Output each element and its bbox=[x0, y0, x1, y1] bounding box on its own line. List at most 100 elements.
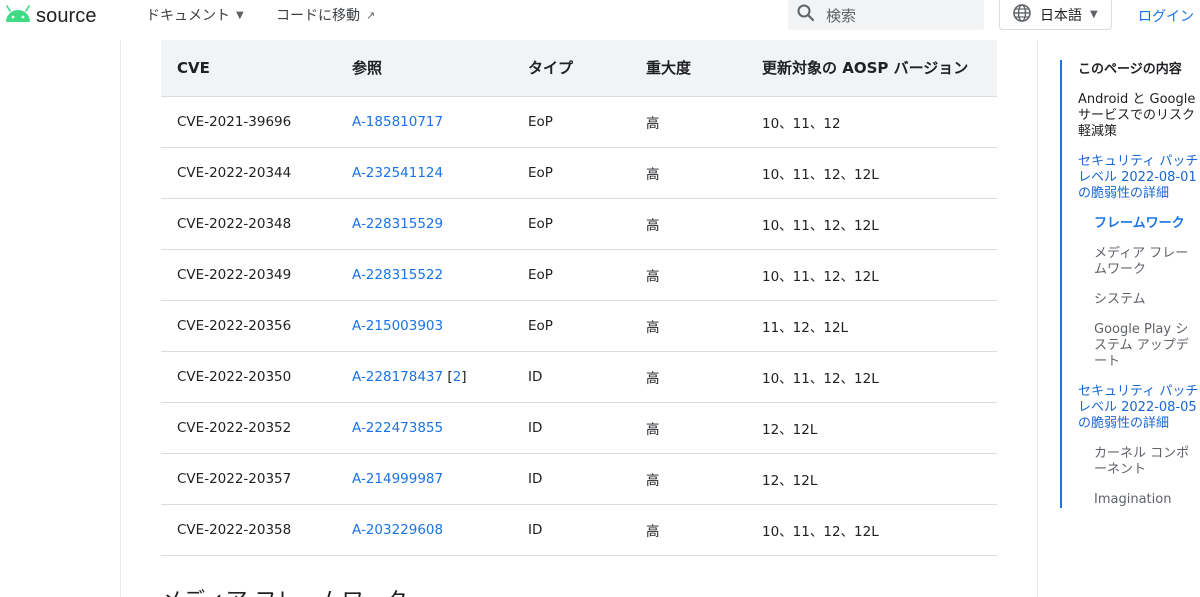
globe-icon bbox=[1012, 3, 1032, 27]
header-severity: 重大度 bbox=[630, 40, 746, 97]
vulnerability-type: EoP bbox=[512, 249, 630, 301]
reference-link[interactable]: A-185810717 bbox=[352, 114, 443, 130]
reference-link[interactable]: A-228315522 bbox=[352, 267, 443, 283]
vulnerability-type: ID bbox=[512, 504, 630, 556]
severity: 高 bbox=[630, 453, 746, 505]
nav-code-label: コードに移動 bbox=[276, 8, 360, 24]
nav-documents[interactable]: ドキュメント ▼ bbox=[146, 5, 244, 25]
reference-cell: A-222473855 bbox=[336, 402, 512, 454]
table-row: CVE-2022-20350 A-228178437 [2] ID 高 10、11、12… bbox=[161, 351, 997, 403]
reference-link[interactable]: A-228178437 bbox=[352, 369, 443, 385]
header-cve: CVE bbox=[161, 40, 336, 97]
aosp-versions: 10、11、12、12L bbox=[746, 504, 997, 556]
search-box[interactable]: 検索 bbox=[788, 0, 984, 30]
cve-id: CVE-2021-39696 bbox=[161, 96, 336, 148]
vulnerability-type: EoP bbox=[512, 147, 630, 199]
vulnerability-type: ID bbox=[512, 351, 630, 403]
severity: 高 bbox=[630, 300, 746, 352]
reference-cell: A-203229608 bbox=[336, 504, 512, 556]
cve-id: CVE-2022-20350 bbox=[161, 351, 336, 403]
nav-go-to-code[interactable]: コードに移動 ↗ bbox=[276, 5, 375, 25]
severity: 高 bbox=[630, 504, 746, 556]
cve-id: CVE-2022-20348 bbox=[161, 198, 336, 250]
toc-item[interactable]: メディア フレームワーク bbox=[1062, 246, 1200, 278]
severity: 高 bbox=[630, 96, 746, 148]
cve-id: CVE-2022-20356 bbox=[161, 300, 336, 352]
vulnerability-type: ID bbox=[512, 402, 630, 454]
table-row: CVE-2022-20352 A-222473855 ID 高 12、12L bbox=[161, 402, 997, 454]
table-row: CVE-2022-20357 A-214999987 ID 高 12、12L bbox=[161, 453, 997, 505]
toc-item[interactable]: Google Play システム アップデート bbox=[1062, 322, 1200, 370]
reference-cell: A-228178437 [2] bbox=[336, 351, 512, 403]
toc-item[interactable]: フレームワーク bbox=[1062, 216, 1200, 232]
table-header-row: CVE 参照 タイプ 重大度 更新対象の AOSP バージョン bbox=[161, 40, 997, 97]
chevron-down-icon: ▼ bbox=[236, 9, 244, 21]
severity: 高 bbox=[630, 351, 746, 403]
reference-link[interactable]: A-228315529 bbox=[352, 216, 443, 232]
vulnerability-type: EoP bbox=[512, 198, 630, 250]
nav-documents-label: ドキュメント bbox=[146, 8, 230, 24]
logo-text: source bbox=[36, 4, 97, 27]
reference-cell: A-214999987 bbox=[336, 453, 512, 505]
table-row: CVE-2022-20356 A-215003903 EoP 高 11、12、12L bbox=[161, 300, 997, 352]
login-link[interactable]: ログイン bbox=[1138, 6, 1194, 26]
reference-link[interactable]: A-232541124 bbox=[352, 165, 443, 181]
toc-item[interactable]: Android と Google サービスでのリスク軽減策 bbox=[1062, 92, 1200, 140]
toc-item[interactable]: Imagination bbox=[1062, 492, 1200, 508]
header-aosp-versions: 更新対象の AOSP バージョン bbox=[746, 40, 997, 97]
severity: 高 bbox=[630, 147, 746, 199]
language-label: 日本語 bbox=[1040, 7, 1082, 24]
vulnerability-table: CVE 参照 タイプ 重大度 更新対象の AOSP バージョン CVE-2021… bbox=[161, 40, 997, 556]
reference-link[interactable]: A-203229608 bbox=[352, 522, 443, 538]
reference-cell: A-185810717 bbox=[336, 96, 512, 148]
top-bar: source ドキュメント ▼ コードに移動 ↗ 検索 日本語 ▼ ログイン bbox=[0, 0, 1200, 40]
reference-cell: A-228315529 bbox=[336, 198, 512, 250]
toc-item[interactable]: セキュリティ パッチレベル 2022-08-05 の脆弱性の詳細 bbox=[1062, 384, 1200, 432]
cve-id: CVE-2022-20352 bbox=[161, 402, 336, 454]
reference-link[interactable]: A-222473855 bbox=[352, 420, 443, 436]
toc-item[interactable]: セキュリティ パッチレベル 2022-08-01 の脆弱性の詳細 bbox=[1062, 154, 1200, 202]
aosp-versions: 10、11、12、12L bbox=[746, 198, 997, 250]
external-link-icon: ↗ bbox=[366, 8, 376, 22]
header-reference: 参照 bbox=[336, 40, 512, 97]
severity: 高 bbox=[630, 198, 746, 250]
cve-id: CVE-2022-20344 bbox=[161, 147, 336, 199]
reference-link[interactable]: A-215003903 bbox=[352, 318, 443, 334]
table-row: CVE-2022-20349 A-228315522 EoP 高 10、11、12、12… bbox=[161, 249, 997, 301]
aosp-versions: 12、12L bbox=[746, 402, 997, 454]
table-row: CVE-2022-20348 A-228315529 EoP 高 10、11、12、12… bbox=[161, 198, 997, 250]
severity: 高 bbox=[630, 402, 746, 454]
reference-cell: A-228315522 bbox=[336, 249, 512, 301]
aosp-versions: 10、11、12、12L bbox=[746, 351, 997, 403]
search-icon bbox=[796, 3, 816, 27]
reference-link[interactable]: A-214999987 bbox=[352, 471, 443, 487]
toc-title: このページの内容 bbox=[1078, 62, 1182, 77]
table-row: CVE-2021-39696 A-185810717 EoP 高 10、11、12 bbox=[161, 96, 997, 148]
section-heading-media-framework: メディア フレームワーク bbox=[161, 583, 408, 597]
aosp-versions: 11、12、12L bbox=[746, 300, 997, 352]
content-left-border bbox=[120, 40, 121, 597]
aosp-versions: 10、11、12 bbox=[746, 96, 997, 148]
reference-extra-link[interactable]: 2 bbox=[453, 369, 462, 385]
search-input[interactable]: 検索 bbox=[826, 5, 856, 26]
aosp-versions: 10、11、12、12L bbox=[746, 249, 997, 301]
cve-id: CVE-2022-20358 bbox=[161, 504, 336, 556]
reference-cell: A-232541124 bbox=[336, 147, 512, 199]
toc-item[interactable]: システム bbox=[1062, 292, 1200, 308]
aosp-versions: 12、12L bbox=[746, 453, 997, 505]
android-icon bbox=[4, 5, 32, 27]
language-selector[interactable]: 日本語 ▼ bbox=[999, 0, 1112, 30]
cve-id: CVE-2022-20349 bbox=[161, 249, 336, 301]
chevron-down-icon: ▼ bbox=[1090, 9, 1098, 20]
toc-item[interactable]: カーネル コンポーネント bbox=[1062, 446, 1200, 478]
cve-id: CVE-2022-20357 bbox=[161, 453, 336, 505]
aosp-versions: 10、11、12、12L bbox=[746, 147, 997, 199]
vulnerability-type: ID bbox=[512, 453, 630, 505]
table-row: CVE-2022-20358 A-203229608 ID 高 10、11、12、12L bbox=[161, 504, 997, 556]
table-of-contents: このページの内容 Android と Google サービスでのリスク軽減策 セキ… bbox=[1060, 60, 1200, 508]
vulnerability-type: EoP bbox=[512, 300, 630, 352]
toc-divider bbox=[1037, 40, 1038, 597]
severity: 高 bbox=[630, 249, 746, 301]
android-source-logo[interactable]: source bbox=[4, 4, 97, 28]
vulnerability-type: EoP bbox=[512, 96, 630, 148]
